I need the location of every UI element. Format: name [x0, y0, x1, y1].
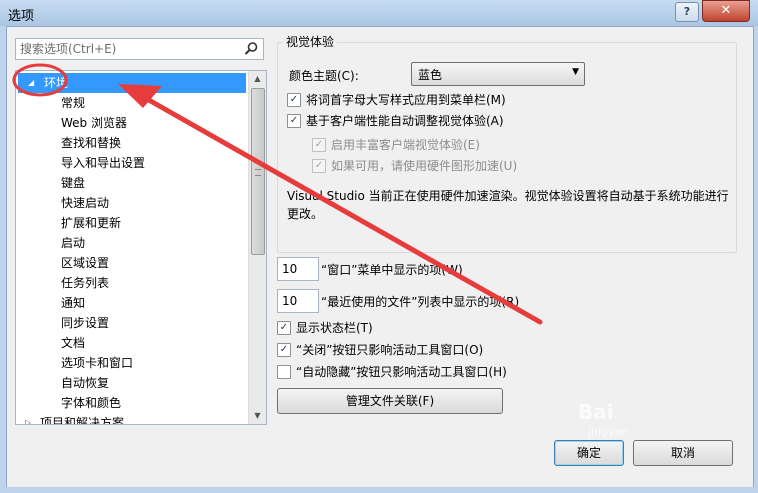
tree-item-autorecover[interactable]: 自动恢复	[61, 373, 109, 393]
expand-arrow-icon[interactable]: ▷	[25, 413, 31, 424]
help-button[interactable]: ?	[675, 2, 699, 22]
rich-client-option: ✓ 启用丰富客户端视觉体验(E)	[312, 137, 480, 155]
tree-item-documents[interactable]: 文档	[61, 333, 85, 353]
tree-item-quick-launch[interactable]: 快速启动	[61, 193, 109, 213]
checkbox[interactable]	[277, 364, 291, 379]
checkbox: ✓	[312, 137, 326, 152]
tree-item-label: 环境	[44, 76, 69, 90]
scroll-up-icon[interactable]: ▲	[249, 71, 266, 87]
tree-item-web-browser[interactable]: Web 浏览器	[61, 113, 127, 133]
theme-label: 颜色主题(C):	[289, 69, 359, 83]
grip-icon	[255, 169, 261, 176]
checkbox[interactable]: ✓	[277, 320, 291, 335]
recent-files-count-field[interactable]	[277, 289, 319, 313]
scroll-thumb[interactable]	[251, 88, 265, 255]
tree-item-general[interactable]: 常规	[61, 93, 85, 113]
window-bottom-border	[0, 487, 758, 493]
tree-item-task-list[interactable]: 任务列表	[61, 273, 109, 293]
checkbox-label: 启用丰富客户端视觉体验(E)	[331, 138, 480, 152]
theme-value: 蓝色	[418, 68, 443, 82]
window-title: 选项	[8, 9, 35, 24]
autohide-button-option[interactable]: “自动隐藏”按钮只影响活动工具窗口(H)	[277, 364, 507, 382]
window-menu-count-field[interactable]	[277, 257, 319, 281]
recent-files-count-input[interactable]	[278, 290, 318, 310]
tree-item-keyboard[interactable]: 键盘	[61, 173, 85, 193]
tree-item-fonts-colors[interactable]: 字体和颜色	[61, 393, 121, 413]
tree-item-sync[interactable]: 同步设置	[61, 313, 109, 333]
collapse-arrow-icon[interactable]: ◢	[28, 73, 34, 93]
hardware-accel-option: ✓ 如果可用，请使用硬件图形加速(U)	[312, 158, 517, 176]
tree-item-notifications[interactable]: 通知	[61, 293, 85, 313]
tree-item-label: 项目和解决方案	[40, 416, 125, 425]
checkbox[interactable]: ✓	[277, 342, 291, 357]
search-box[interactable]	[15, 38, 264, 60]
search-icon[interactable]	[244, 41, 259, 56]
ok-button[interactable]: 确定	[554, 440, 624, 466]
show-statusbar-option[interactable]: ✓ 显示状态栏(T)	[277, 320, 373, 338]
checkbox: ✓	[312, 158, 326, 173]
auto-adjust-option[interactable]: ✓ 基于客户端性能自动调整视觉体验(A)	[287, 113, 504, 131]
theme-select[interactable]: 蓝色 ▼	[411, 62, 585, 86]
tree-item-region[interactable]: 区域设置	[61, 253, 109, 273]
checkbox-label: 如果可用，请使用硬件图形加速(U)	[331, 159, 518, 173]
checkbox[interactable]: ✓	[287, 113, 301, 128]
window-menu-count-label: “窗口”菜单中显示的项(W)	[321, 263, 463, 277]
rendering-description: Visual Studio 当前正在使用硬件加速渲染。视觉体验设置将自动基于系统…	[287, 189, 729, 221]
tree-item-import-export[interactable]: 导入和导出设置	[61, 153, 145, 173]
scroll-down-icon[interactable]: ▼	[249, 408, 266, 424]
manage-file-associations-button[interactable]: 管理文件关联(F)	[277, 388, 503, 414]
close-button-option[interactable]: ✓ “关闭”按钮只影响活动工具窗口(O)	[277, 342, 483, 360]
checkbox-label: “自动隐藏”按钮只影响活动工具窗口(H)	[296, 365, 507, 379]
search-input[interactable]	[20, 41, 230, 56]
tree-item-extensions[interactable]: 扩展和更新	[61, 213, 121, 233]
checkbox-label: 将词首字母大写样式应用到菜单栏(M)	[306, 93, 506, 107]
tree-item-environment[interactable]: ◢ 环境	[18, 73, 246, 93]
dialog-client: ◢ 环境 常规 Web 浏览器 查找和替换 导入和导出设置 键盘 快速启动 扩展…	[6, 26, 754, 489]
checkbox[interactable]: ✓	[287, 92, 301, 107]
options-tree[interactable]: ◢ 环境 常规 Web 浏览器 查找和替换 导入和导出设置 键盘 快速启动 扩展…	[15, 70, 267, 425]
close-button[interactable]: ✕	[702, 0, 750, 22]
title-bar: 选项 ? ✕	[0, 0, 758, 26]
tree-item-tabs-windows[interactable]: 选项卡和窗口	[61, 353, 133, 373]
window-menu-count-input[interactable]	[278, 258, 318, 278]
tree-item-startup[interactable]: 启动	[61, 233, 85, 253]
group-title: 视觉体验	[283, 33, 338, 50]
tree-item-find-replace[interactable]: 查找和替换	[61, 133, 121, 153]
dropdown-arrow-icon[interactable]: ▼	[572, 67, 579, 77]
watermark-sub: jingyan	[588, 425, 629, 438]
recent-files-count-label: “最近使用的文件”列表中显示的项(R)	[321, 295, 520, 309]
checkbox-label: “关闭”按钮只影响活动工具窗口(O)	[296, 343, 484, 357]
cancel-button[interactable]: 取消	[633, 440, 733, 466]
tree-scrollbar[interactable]: ▲ ▼	[248, 71, 266, 424]
checkbox-label: 基于客户端性能自动调整视觉体验(A)	[306, 114, 504, 128]
uppercase-menu-option[interactable]: ✓ 将词首字母大写样式应用到菜单栏(M)	[287, 92, 506, 110]
checkbox-label: 显示状态栏(T)	[296, 321, 373, 335]
